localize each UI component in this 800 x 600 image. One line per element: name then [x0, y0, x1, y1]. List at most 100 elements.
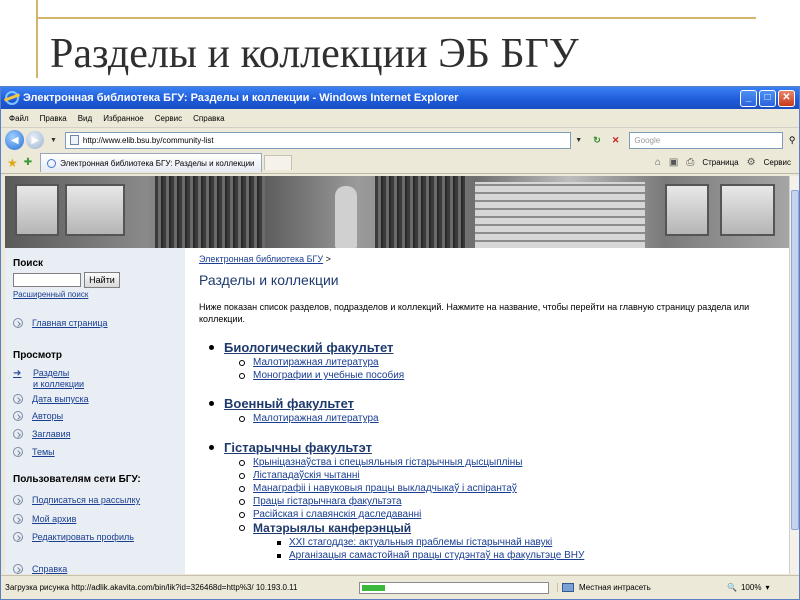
collection-link[interactable]: Манаграфіі і навуковыя працы выкладчыкаў… [239, 483, 517, 494]
collection-link[interactable]: Малотиражная литература [239, 357, 379, 368]
close-icon[interactable]: ✕ [778, 89, 795, 107]
tab-bar: ★ ✚ Электронная библиотека БГУ: Разделы … [1, 152, 799, 174]
feeds-icon[interactable]: ▣ [669, 157, 678, 168]
sidebar-item-titles[interactable]: Заглавия [13, 429, 70, 440]
circle-bullet-icon [239, 511, 245, 518]
bullet-icon [209, 401, 214, 406]
print-icon[interactable]: ⎙ [686, 157, 694, 168]
banner-bookshelf-photo [155, 176, 265, 248]
sub-community-link[interactable]: Матэрыялы канферэнцый [239, 521, 411, 535]
search-input[interactable]: Google [629, 131, 784, 149]
square-bullet-icon [277, 553, 281, 558]
bullet-icon [209, 345, 214, 350]
sidebar-item-authors[interactable]: Авторы [13, 411, 63, 422]
breadcrumb: Электронная библиотека БГУ > [199, 254, 331, 264]
forward-icon[interactable]: ▶ [26, 131, 44, 149]
security-zone[interactable]: Местная интрасеть [557, 583, 667, 592]
favorites-star-icon[interactable]: ★ [7, 156, 18, 170]
menu-edit[interactable]: Правка [40, 114, 67, 123]
back-icon[interactable]: ◀ [5, 130, 25, 150]
slide-title: Разделы и коллекции ЭБ БГУ [50, 31, 579, 77]
collection-link[interactable]: Крыніцазнаўства і спецыяльныя гістарычны… [239, 457, 522, 468]
browse-heading: Просмотр [13, 350, 62, 361]
vertical-scrollbar[interactable] [789, 176, 799, 574]
zoom-control[interactable]: 🔍 100% ▾ [727, 583, 769, 592]
scrollbar-thumb[interactable] [791, 190, 799, 530]
collection-link[interactable]: Монографии и учебные пособия [239, 370, 404, 381]
sidebar-item-my-archive[interactable]: Мой архив [13, 514, 76, 525]
circle-arrow-icon [13, 447, 23, 457]
advanced-search-link[interactable]: Расширенный поиск [13, 290, 88, 299]
circle-arrow-icon [13, 411, 23, 421]
circle-bullet-icon [239, 415, 245, 422]
web-page: Поиск Найти Расширенный поиск Главная ст… [5, 176, 789, 574]
circle-bullet-icon [239, 498, 245, 505]
sidebar-item-collections[interactable]: ➜ Разделы и коллекции [13, 368, 84, 390]
zoom-icon: 🔍 [727, 583, 737, 592]
collection-link[interactable]: XXI стагоддзе: актуальныя праблемы гіста… [277, 537, 552, 548]
collection-link[interactable]: Малотиражная литература [239, 413, 379, 424]
page-menu[interactable]: Страница [702, 158, 738, 167]
circle-bullet-icon [239, 485, 245, 492]
sidebar-item-home[interactable]: Главная страница [13, 318, 108, 329]
community-link[interactable]: Военный факультет [209, 396, 354, 411]
circle-arrow-icon [13, 394, 23, 404]
ie-logo-icon [5, 91, 19, 105]
tab-current[interactable]: Электронная библиотека БГУ: Разделы и ко… [40, 153, 262, 172]
home-icon[interactable]: ⌂ [655, 157, 661, 168]
search-label: Поиск [13, 258, 44, 269]
history-dropdown-icon[interactable]: ▼ [50, 137, 57, 144]
arrow-right-icon: ➜ [13, 368, 22, 379]
sidebar: Поиск Найти Расширенный поиск Главная ст… [5, 248, 185, 574]
intranet-icon [562, 583, 574, 592]
menu-file[interactable]: Файл [9, 114, 29, 123]
breadcrumb-home-link[interactable]: Электронная библиотека БГУ [199, 254, 323, 264]
chevron-down-icon: ▾ [765, 583, 770, 592]
add-favorite-icon[interactable]: ✚ [24, 157, 32, 168]
menu-tools[interactable]: Сервис [155, 114, 182, 123]
circle-arrow-icon [13, 514, 23, 524]
community-link[interactable]: Гістарычны факультэт [209, 440, 372, 455]
collection-link[interactable]: Арганізацыя самастойнай працы студэнтаў … [277, 550, 584, 561]
title-bar: Электронная библиотека БГУ: Разделы и ко… [1, 87, 799, 109]
tab-title: Электронная библиотека БГУ: Разделы и ко… [60, 158, 255, 168]
url-dropdown-icon[interactable]: ▼ [575, 137, 582, 144]
search-icon[interactable]: ⚲ [785, 133, 799, 147]
sidebar-item-edit-profile[interactable]: Редактировать профиль [13, 532, 134, 543]
banner-window-photo [720, 184, 775, 236]
slide-rule-left [36, 0, 38, 78]
banner-bookshelf-photo [375, 176, 465, 248]
square-bullet-icon [277, 540, 281, 545]
circle-bullet-icon [239, 459, 245, 466]
refresh-icon[interactable]: ↻ [589, 133, 605, 148]
menu-favorites[interactable]: Избранное [103, 114, 144, 123]
tools-menu[interactable]: Сервис [764, 158, 791, 167]
sidebar-item-help[interactable]: Справка [13, 564, 67, 574]
page-icon [69, 135, 79, 145]
banner-building-photo [475, 182, 645, 248]
sidebar-item-subjects[interactable]: Темы [13, 447, 55, 458]
slide-rule-top [36, 17, 756, 19]
browser-window: Электронная библиотека БГУ: Разделы и ко… [0, 86, 800, 600]
sidebar-item-subscribe[interactable]: Подписаться на рассылку [13, 495, 140, 506]
circle-arrow-icon [13, 429, 23, 439]
menu-help[interactable]: Справка [193, 114, 224, 123]
collection-link[interactable]: Расійская і славянскія даследаванні [239, 509, 421, 520]
community-link[interactable]: Биологический факультет [209, 340, 393, 355]
site-search-input[interactable] [13, 273, 81, 287]
maximize-icon[interactable]: □ [759, 89, 776, 107]
breadcrumb-separator: > [325, 254, 331, 264]
sidebar-item-date[interactable]: Дата выпуска [13, 394, 89, 405]
new-tab-button[interactable] [263, 155, 292, 170]
minimize-icon[interactable]: _ [740, 89, 757, 107]
collection-link[interactable]: Працы гістарычнага факультэта [239, 496, 402, 507]
tools-gear-icon: ⚙ [746, 157, 756, 168]
stop-icon[interactable]: ✕ [608, 133, 624, 148]
menu-view[interactable]: Вид [78, 114, 92, 123]
progress-bar [359, 581, 549, 594]
collection-link[interactable]: Лістападаўскія чытанні [239, 470, 360, 481]
find-button[interactable]: Найти [84, 272, 120, 288]
status-bar: Загрузка рисунка http://adlik.akavita.co… [1, 575, 799, 599]
url-text: http://www.elib.bsu.by/community-list [82, 135, 214, 145]
url-field[interactable]: http://www.elib.bsu.by/community-list [64, 131, 572, 149]
